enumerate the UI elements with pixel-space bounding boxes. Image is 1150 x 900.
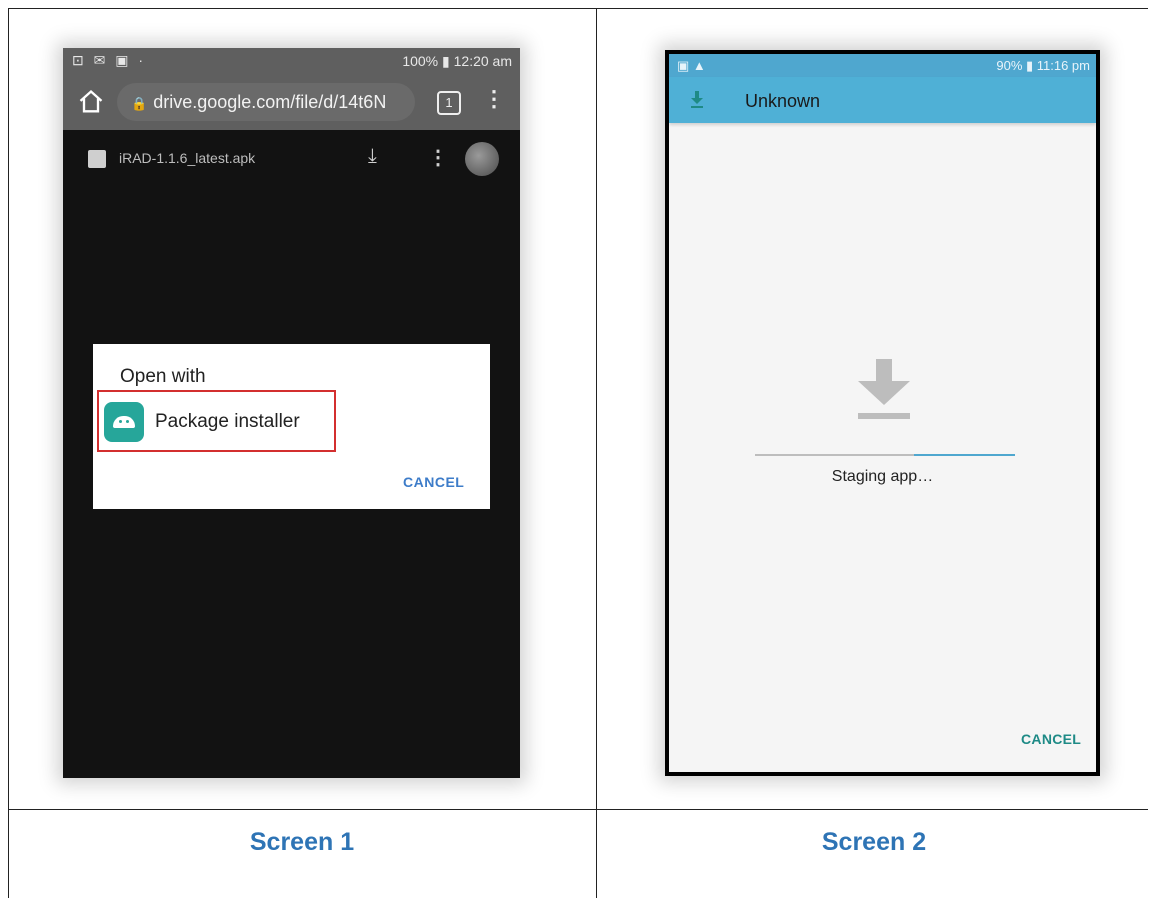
status-icons: ⊡ ✉ ▣ · — [72, 52, 147, 68]
app-bar: Unknown — [669, 77, 1096, 123]
android-eye-left — [119, 420, 122, 423]
home-icon[interactable] — [77, 88, 105, 116]
status-bar: ⊡ ✉ ▣ · 100% ▮ 12:20 am — [63, 48, 520, 74]
browser-toolbar: 🔒 drive.google.com/file/d/14t6N 1 ⋮ — [63, 74, 520, 130]
caption-screen-1: Screen 1 — [249, 828, 355, 856]
file-menu-icon[interactable]: ⋮ — [428, 145, 448, 170]
status-message: Staging app… — [831, 468, 934, 485]
table-border-left — [8, 8, 9, 898]
table-row-divider — [8, 809, 1148, 810]
android-eye-right — [126, 420, 129, 423]
file-name: iRAD-1.1.6_latest.apk — [119, 150, 256, 166]
progress-fill — [913, 454, 1015, 456]
screen2-display: ▣ ▲ 90% ▮ 11:16 pm Unknown Staging app… … — [669, 54, 1096, 772]
screen2-phone: ▣ ▲ 90% ▮ 11:16 pm Unknown Staging app… … — [665, 50, 1100, 776]
caption-screen-2: Screen 2 — [821, 828, 927, 856]
url-text: drive.google.com/file/d/14t6N — [153, 92, 387, 112]
browser-menu-icon[interactable]: ⋮ — [483, 86, 505, 112]
cancel-button[interactable]: CANCEL — [403, 474, 464, 490]
large-download-icon — [858, 359, 910, 419]
status-icons: ▣ ▲ — [677, 58, 706, 73]
status-battery-time: 100% ▮ 12:20 am — [402, 53, 512, 69]
download-icon[interactable]: ⤓ — [368, 145, 377, 168]
progress-bar — [755, 454, 1015, 456]
dialog-title: Open with — [120, 366, 206, 387]
tab-count: 1 — [445, 95, 453, 110]
cancel-button[interactable]: CANCEL — [1021, 731, 1081, 747]
app-title: Unknown — [745, 91, 821, 111]
status-bar: ▣ ▲ 90% ▮ 11:16 pm — [669, 54, 1096, 77]
file-header: iRAD-1.1.6_latest.apk ⤓ ⋮ — [63, 130, 520, 186]
screen1-phone: ⊡ ✉ ▣ · 100% ▮ 12:20 am 🔒 drive.google.co… — [63, 48, 520, 778]
option-label: Package installer — [155, 411, 300, 432]
address-bar[interactable]: 🔒 drive.google.com/file/d/14t6N — [117, 83, 415, 121]
file-list-icon — [88, 150, 106, 168]
open-with-dialog: Open with Package installer CANCEL — [93, 344, 490, 509]
android-app-icon — [104, 402, 144, 442]
download-icon — [691, 91, 703, 108]
android-head-shape — [113, 416, 135, 428]
package-installer-option[interactable]: Package installer — [97, 390, 336, 452]
tab-switcher-button[interactable]: 1 — [437, 91, 461, 115]
table-border-middle — [596, 8, 597, 898]
avatar[interactable] — [465, 142, 499, 176]
status-battery-time: 90% ▮ 11:16 pm — [996, 58, 1090, 73]
lock-icon: 🔒 — [131, 96, 148, 111]
table-border-top — [8, 8, 1148, 9]
